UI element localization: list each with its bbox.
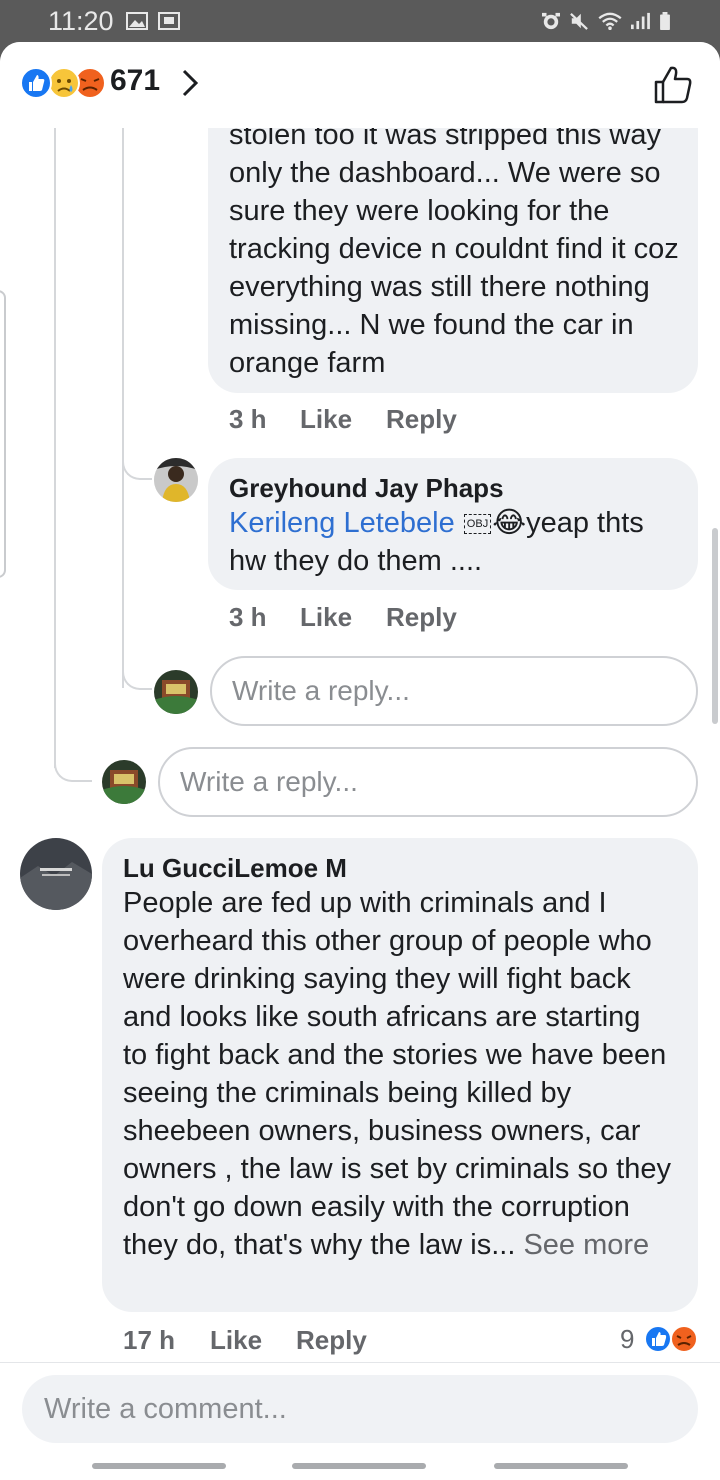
see-more-link[interactable]: See more [523,1229,649,1261]
comment-text: Kerileng Letebele OBJ 😂yeap thts hw they … [229,504,679,580]
signal-icon [631,12,650,30]
avatar-photo [20,838,92,910]
alarm-icon [542,12,560,30]
reply-link[interactable]: Reply [386,602,457,633]
like-link[interactable]: Like [300,602,352,633]
comment-input-box[interactable] [22,1375,698,1443]
scrollbar[interactable] [712,528,718,724]
mention-link[interactable]: Kerileng Letebele [229,507,455,539]
reply-input-box[interactable] [210,656,698,726]
comment-reaction-count: 9 [620,1324,635,1354]
reaction-icons [20,67,106,99]
like-post-icon[interactable] [652,64,694,106]
comment-text: stolen too it was stripped this way only… [229,119,679,379]
obj-placeholder: OBJ [463,514,492,535]
thread-line-inner [122,128,124,688]
comment-time: 17 h [123,1325,176,1355]
reply-input-box[interactable] [158,747,698,817]
comment-text: People are fed up with criminals and I o… [123,884,671,1264]
laughing-emoji: 😂 [492,507,527,539]
comments-sheet: 671 stolen too it was stripped this way … [0,42,720,1480]
screen-icon [158,12,180,30]
like-link[interactable]: Like [210,1325,262,1356]
battery-icon [660,12,670,30]
status-bar: 11:20 [0,0,720,44]
wifi-icon [598,12,622,30]
reply-link[interactable]: Reply [386,404,457,435]
comment-meta-1: 3 h Like Reply [229,404,629,436]
comment-input[interactable] [22,1375,698,1443]
comment-bubble-1[interactable]: stolen too it was stripped this way only… [208,82,698,393]
nav-back-bar[interactable] [494,1463,628,1469]
current-user-avatar [154,670,198,714]
reply-link[interactable]: Reply [296,1325,367,1356]
thread-connector-inner-2 [122,652,152,690]
reply-input[interactable] [212,658,696,724]
comment-author[interactable]: Greyhound Jay Phaps [229,472,504,504]
comment-author[interactable]: Lu GucciLemoe M [123,852,347,884]
reaction-count[interactable]: 671 [110,64,160,98]
current-user-avatar [102,760,146,804]
nav-recents-bar[interactable] [92,1463,226,1469]
comment-time: 3 h [229,404,267,434]
avatar-photo [154,670,198,714]
gallery-icon [126,12,148,30]
thread-line-outer [54,128,56,768]
thread-connector-inner-1 [122,442,152,480]
reactions-header[interactable]: 671 [0,42,720,128]
avatar[interactable] [20,838,92,910]
comment-reactions-3[interactable]: 9 [618,1322,700,1354]
comment-bubble-2[interactable]: Greyhound Jay Phaps Kerileng Letebele OB… [208,458,698,590]
avatar[interactable] [154,458,198,502]
edge-panel-handle[interactable] [0,290,6,578]
thread-connector-outer [54,742,92,782]
chevron-right-icon[interactable] [178,66,202,100]
comment-body: People are fed up with criminals and I o… [123,887,671,1261]
comment-meta-3: 17 h Like Reply [123,1325,523,1357]
comment-meta-2: 3 h Like Reply [229,602,629,634]
comment-time: 3 h [229,602,267,632]
like-link[interactable]: Like [300,404,352,435]
avatar-photo [154,458,198,502]
avatar-photo [102,760,146,804]
reaction-icons [644,1325,698,1353]
reply-input[interactable] [160,749,696,815]
comment-bubble-3[interactable]: Lu GucciLemoe M People are fed up with c… [102,838,698,1312]
status-time: 11:20 [48,6,114,36]
nav-home-bar[interactable] [292,1463,426,1469]
comment-composer [0,1362,720,1480]
mute-icon [570,12,588,30]
